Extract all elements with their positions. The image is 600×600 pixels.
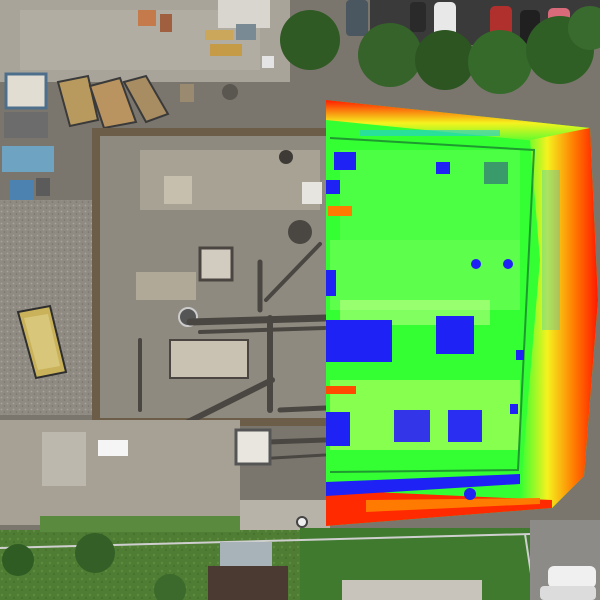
low-area-4 (394, 410, 430, 442)
excavation-pit (92, 128, 334, 426)
gravel-area-left (0, 200, 105, 415)
low-area-3 (326, 412, 350, 446)
elevation-overlay (326, 100, 598, 526)
low-area-1 (326, 320, 392, 362)
map-canvas (0, 0, 600, 600)
low-area-2 (436, 316, 474, 354)
map-viewport[interactable] (0, 0, 600, 600)
low-area-5 (448, 410, 482, 442)
